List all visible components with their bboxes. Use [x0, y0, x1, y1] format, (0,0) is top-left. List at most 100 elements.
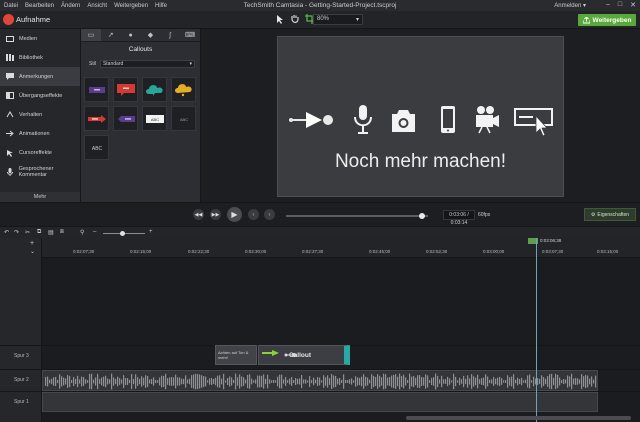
minimize-icon[interactable]: – — [606, 1, 610, 9]
add-track-icon[interactable]: + — [30, 240, 34, 247]
chevron-down-icon[interactable]: ⌄ — [30, 248, 35, 255]
zoom-search-icon[interactable]: ⚲ — [80, 229, 84, 236]
waveform-bar — [329, 378, 331, 385]
preview-canvas[interactable]: Noch mehr machen! — [277, 36, 564, 197]
timeline: + ⌄ Spur 3 Spur 2 Spur 1 0:02:07;30 0:02… — [0, 238, 640, 422]
zoom-value: 80% — [317, 16, 330, 22]
sidebar-item-gesprochener-kommentar[interactable]: Gesprochener Kommentar — [0, 162, 80, 181]
menu-datei[interactable]: Datei — [4, 3, 18, 9]
keyboard-icon: ⌨ — [185, 32, 196, 39]
tab-callouts[interactable]: ▭ — [81, 29, 101, 41]
zoom-in-icon[interactable]: + — [149, 229, 153, 235]
waveform-bar — [221, 378, 223, 385]
playhead-line[interactable] — [536, 238, 537, 422]
callout-thumb-white-box[interactable]: ABC — [142, 106, 167, 131]
maximize-icon[interactable]: □ — [618, 1, 622, 9]
media-clip-spur-1[interactable] — [42, 392, 598, 412]
menu-hilfe[interactable]: Hilfe — [155, 3, 167, 9]
select-cursor-icon[interactable] — [276, 14, 284, 26]
waveform-bar — [343, 374, 345, 389]
waveform-bar — [317, 377, 319, 386]
waveform-bar — [115, 378, 117, 385]
waveform-bar — [423, 377, 425, 386]
timeline-horizontal-scrollbar[interactable] — [406, 416, 631, 420]
menu-bearbeiten[interactable]: Bearbeiten — [25, 3, 54, 9]
split-icon[interactable]: ⧈ — [60, 229, 64, 236]
callout-thumb-red-arrow[interactable] — [84, 106, 109, 131]
step-forward-button[interactable]: ▶▶ — [210, 209, 221, 220]
waveform-bar — [441, 375, 443, 388]
callout-thumb-yellow-cloud[interactable] — [171, 77, 196, 102]
pan-hand-icon[interactable] — [290, 14, 299, 26]
copy-icon[interactable]: ⧉ — [37, 229, 41, 236]
tab-arrows[interactable]: ↗ — [101, 29, 121, 41]
tab-sketch[interactable]: ∫ — [160, 29, 180, 41]
export-button[interactable]: Weitergeben — [578, 14, 636, 26]
style-select[interactable]: Standard ▾ — [99, 60, 195, 68]
waveform-bar — [565, 379, 567, 384]
menu-weitergeben[interactable]: Weitergeben — [114, 3, 148, 9]
waveform-bar — [445, 379, 447, 384]
waveform-bar — [85, 379, 87, 384]
style-value: Standard — [102, 61, 124, 67]
text-clip[interactable]: Achten auf Ton & mehr! — [215, 345, 257, 365]
more-button[interactable]: Mehr — [0, 192, 80, 202]
waveform-bar — [227, 377, 229, 386]
sidebar-item-uebergangseffekte[interactable]: Übergangseffekte — [0, 86, 80, 105]
waveform-bar — [285, 377, 287, 386]
playback-scrubber[interactable] — [286, 213, 428, 219]
waveform-bar — [153, 377, 155, 386]
sidebar-item-cursoreffekte[interactable]: Cursoreffekte — [0, 143, 80, 162]
timeline-zoom-handle[interactable] — [120, 231, 125, 236]
waveform-bar — [301, 374, 303, 389]
callout-thumb-large-text[interactable]: ABC — [84, 135, 109, 160]
next-marker-button[interactable]: › — [264, 209, 275, 220]
waveform-bar — [533, 376, 535, 387]
waveform-bar — [369, 379, 371, 384]
waveform-bar — [559, 377, 561, 386]
scrubber-handle[interactable] — [419, 213, 426, 219]
cut-icon[interactable]: ✂ — [25, 229, 30, 236]
waveform-bar — [549, 374, 551, 389]
sidebar-item-animationen[interactable]: Animationen — [0, 124, 80, 143]
waveform-bar — [501, 378, 503, 385]
zoom-select[interactable]: 80% ▾ — [313, 14, 363, 25]
record-button[interactable]: Aufnahme — [4, 15, 50, 24]
play-button[interactable]: ▶ — [227, 207, 242, 222]
tab-shapes[interactable]: ● — [121, 29, 141, 41]
waveform-bar — [235, 373, 237, 390]
waveform-bar — [219, 375, 221, 388]
waveform-bar — [493, 377, 495, 386]
menu-ansicht[interactable]: Ansicht — [87, 3, 107, 9]
waveform-bar — [303, 379, 305, 384]
timeline-ruler[interactable]: 0:02:07;30 0:02:15;00 0:02:22;30 0:02:30… — [42, 238, 640, 258]
paste-icon[interactable]: ▤ — [48, 229, 54, 236]
callout-thumb-teal-cloud[interactable] — [142, 77, 167, 102]
menu-aendern[interactable]: Ändern — [61, 3, 80, 9]
sidebar-item-bibliothek[interactable]: Bibliothek — [0, 48, 80, 67]
fps-display[interactable]: 60fps — [478, 210, 490, 220]
waveform-bar — [373, 375, 375, 388]
close-icon[interactable]: ✕ — [630, 1, 636, 9]
sidebar-item-verhalten[interactable]: Verhalten — [0, 105, 80, 124]
sign-in-menu[interactable]: Anmelden ▾ — [554, 2, 586, 9]
sidebar-item-anmerkungen[interactable]: Anmerkungen — [0, 67, 80, 86]
callout-thumb-purple-tag[interactable] — [113, 106, 138, 131]
waveform-bar — [529, 374, 531, 389]
tab-keystroke[interactable]: ⌨ — [180, 29, 200, 41]
callout-thumb-purple-rect[interactable] — [84, 77, 109, 102]
undo-icon[interactable]: ↶ — [4, 229, 9, 236]
redo-icon[interactable]: ↷ — [14, 229, 19, 236]
sidebar-item-medien[interactable]: Medien — [0, 29, 80, 48]
waveform-bar — [579, 379, 581, 384]
previous-marker-button[interactable]: ‹ — [248, 209, 259, 220]
properties-button[interactable]: ⚙ Eigenschaften — [584, 208, 636, 221]
timeline-zoom-slider[interactable] — [103, 231, 145, 236]
waveform-bar — [487, 376, 489, 387]
step-back-button[interactable]: ◀◀ — [193, 209, 204, 220]
callout-thumb-plain-text[interactable]: ABC — [171, 106, 196, 131]
callout-thumb-red-bubble[interactable] — [113, 77, 138, 102]
tab-blur[interactable]: ◆ — [140, 29, 160, 41]
audio-clip[interactable] — [42, 370, 598, 391]
zoom-out-icon[interactable]: – — [93, 229, 96, 235]
